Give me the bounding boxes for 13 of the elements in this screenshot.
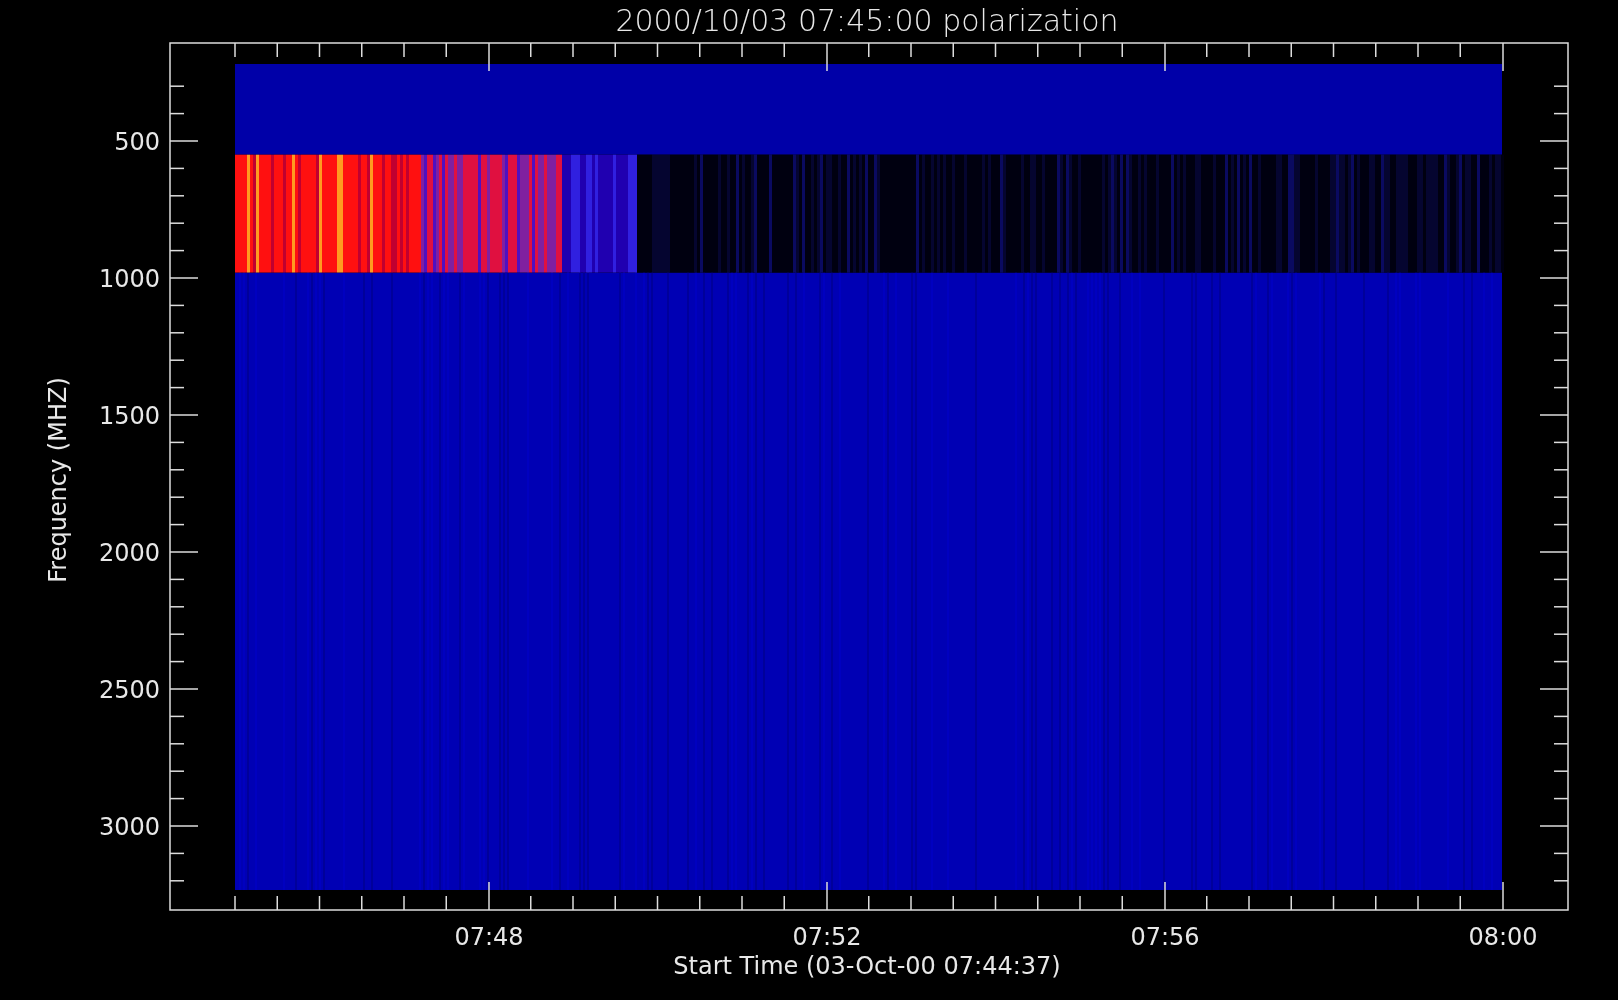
axis-tick-label: 2500 [98,676,160,704]
axis-tick-label: 07:48 [454,923,524,951]
y-axis-title: Frequency (MHZ) [44,377,72,583]
axis-tick-label: 08:00 [1468,923,1538,951]
axis-tick-label: 07:56 [1130,923,1200,951]
axis-tick-label: 500 [114,128,160,156]
chart-title: 2000/10/03 07:45:00 polarization [615,3,1119,38]
axis-tick-label: 07:52 [792,923,862,951]
axis-tick-label: 1500 [98,402,160,430]
x-axis-title: Start Time (03-Oct-00 07:44:37) [673,952,1061,980]
axis-tick-label: 2000 [98,539,160,567]
axis-tick-label: 3000 [98,813,160,841]
axis-tick-label: 1000 [98,265,160,293]
